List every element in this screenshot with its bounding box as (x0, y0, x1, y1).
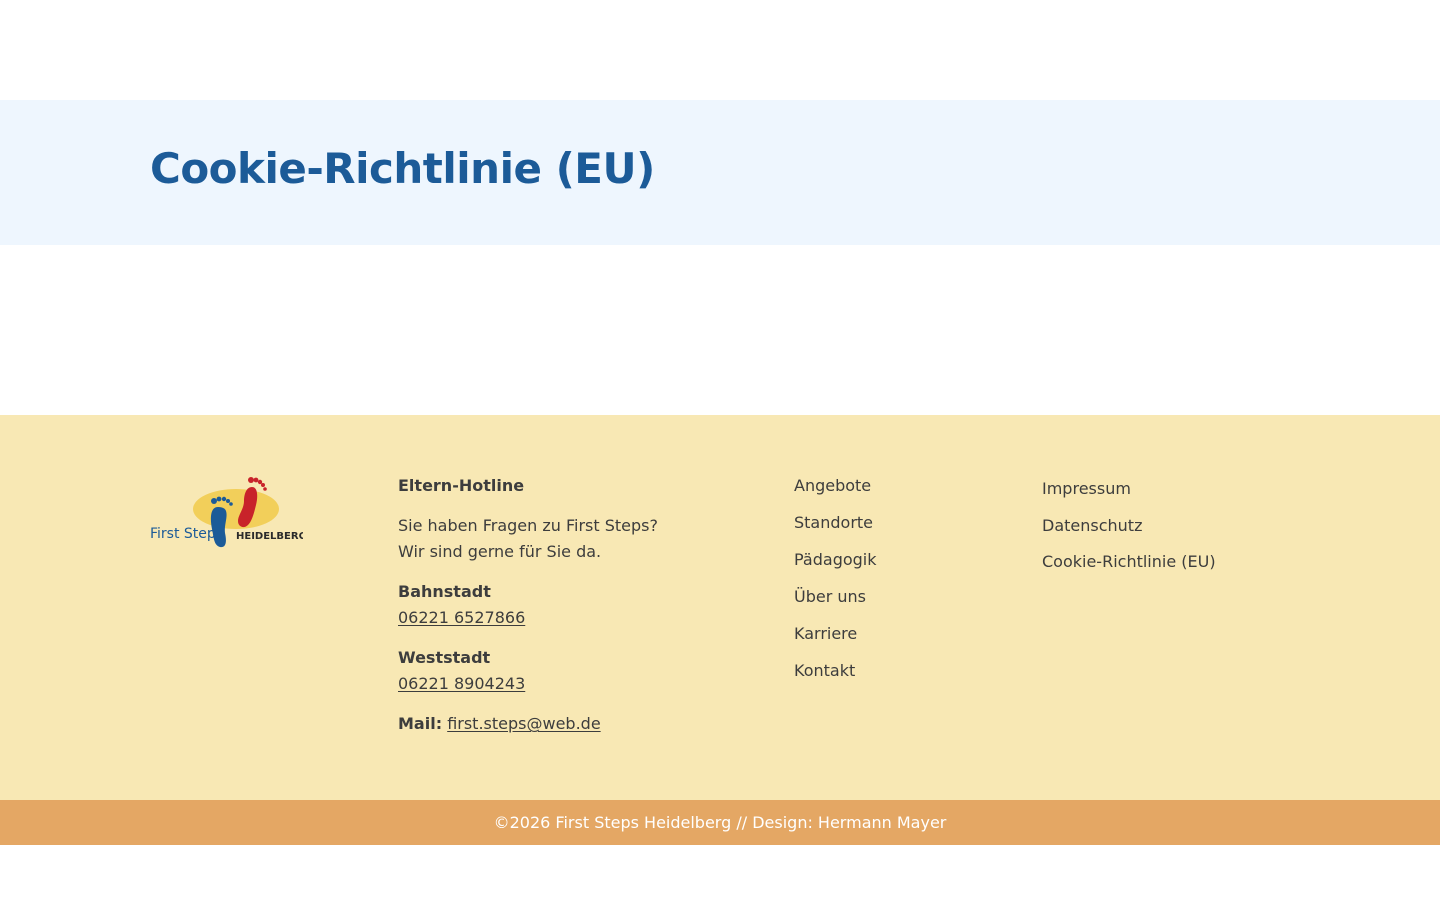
location-name: Weststadt (398, 648, 491, 667)
footer-nav-paedagogik[interactable]: Pädagogik (794, 547, 1014, 573)
footer-nav-angebote[interactable]: Angebote (794, 473, 1014, 499)
page-title: Cookie-Richtlinie (EU) (150, 144, 655, 193)
location-bahnstadt: Bahnstadt 06221 6527866 (398, 579, 738, 631)
mail-row: Mail: first.steps@web.de (398, 711, 738, 737)
location-name: Bahnstadt (398, 582, 491, 601)
top-header (0, 0, 1440, 100)
content-area (0, 245, 1440, 415)
footer-nav-standorte[interactable]: Standorte (794, 510, 1014, 536)
footer-nav-kontakt[interactable]: Kontakt (794, 658, 1014, 684)
copyright-bar: ©2026 First Steps Heidelberg // Design: … (0, 800, 1440, 845)
hotline-intro-line1: Sie haben Fragen zu First Steps? (398, 516, 658, 535)
footer-link-cookie-richtlinie[interactable]: Cookie-Richtlinie (EU) (1042, 549, 1302, 575)
footer-link-impressum[interactable]: Impressum (1042, 476, 1302, 502)
page-hero: Cookie-Richtlinie (EU) (0, 100, 1440, 245)
mail-label: Mail: (398, 714, 443, 733)
phone-link-weststadt[interactable]: 06221 8904243 (398, 674, 525, 693)
footer-nav-ueber-uns[interactable]: Über uns (794, 584, 1014, 610)
site-footer: First Steps HEIDELBERG Eltern-Hotline Si… (0, 415, 1440, 800)
hotline-intro: Sie haben Fragen zu First Steps? Wir sin… (398, 513, 738, 565)
hotline-heading: Eltern-Hotline (398, 476, 525, 495)
hotline-intro-line2: Wir sind gerne für Sie da. (398, 542, 602, 561)
footer-logo[interactable]: First Steps HEIDELBERG (148, 473, 307, 551)
footer-nav-karriere[interactable]: Karriere (794, 621, 1014, 647)
logo-text-first-steps: First Steps (150, 526, 223, 542)
page-bottom (0, 845, 1440, 900)
footprints-logo-icon: First Steps HEIDELBERG (150, 477, 307, 548)
contact-column: Eltern-Hotline Sie haben Fragen zu First… (398, 473, 738, 737)
location-weststadt: Weststadt 06221 8904243 (398, 645, 738, 697)
copyright-text: ©2026 First Steps Heidelberg // Design: … (493, 813, 947, 832)
mail-link[interactable]: first.steps@web.de (447, 714, 600, 733)
logo-text-city: HEIDELBERG (236, 531, 303, 542)
footer-legal-nav: Impressum Datenschutz Cookie-Richtlinie … (1042, 476, 1302, 586)
footer-link-datenschutz[interactable]: Datenschutz (1042, 513, 1302, 539)
footer-nav: Angebote Standorte Pädagogik Über uns Ka… (794, 473, 1014, 695)
phone-link-bahnstadt[interactable]: 06221 6527866 (398, 608, 525, 627)
